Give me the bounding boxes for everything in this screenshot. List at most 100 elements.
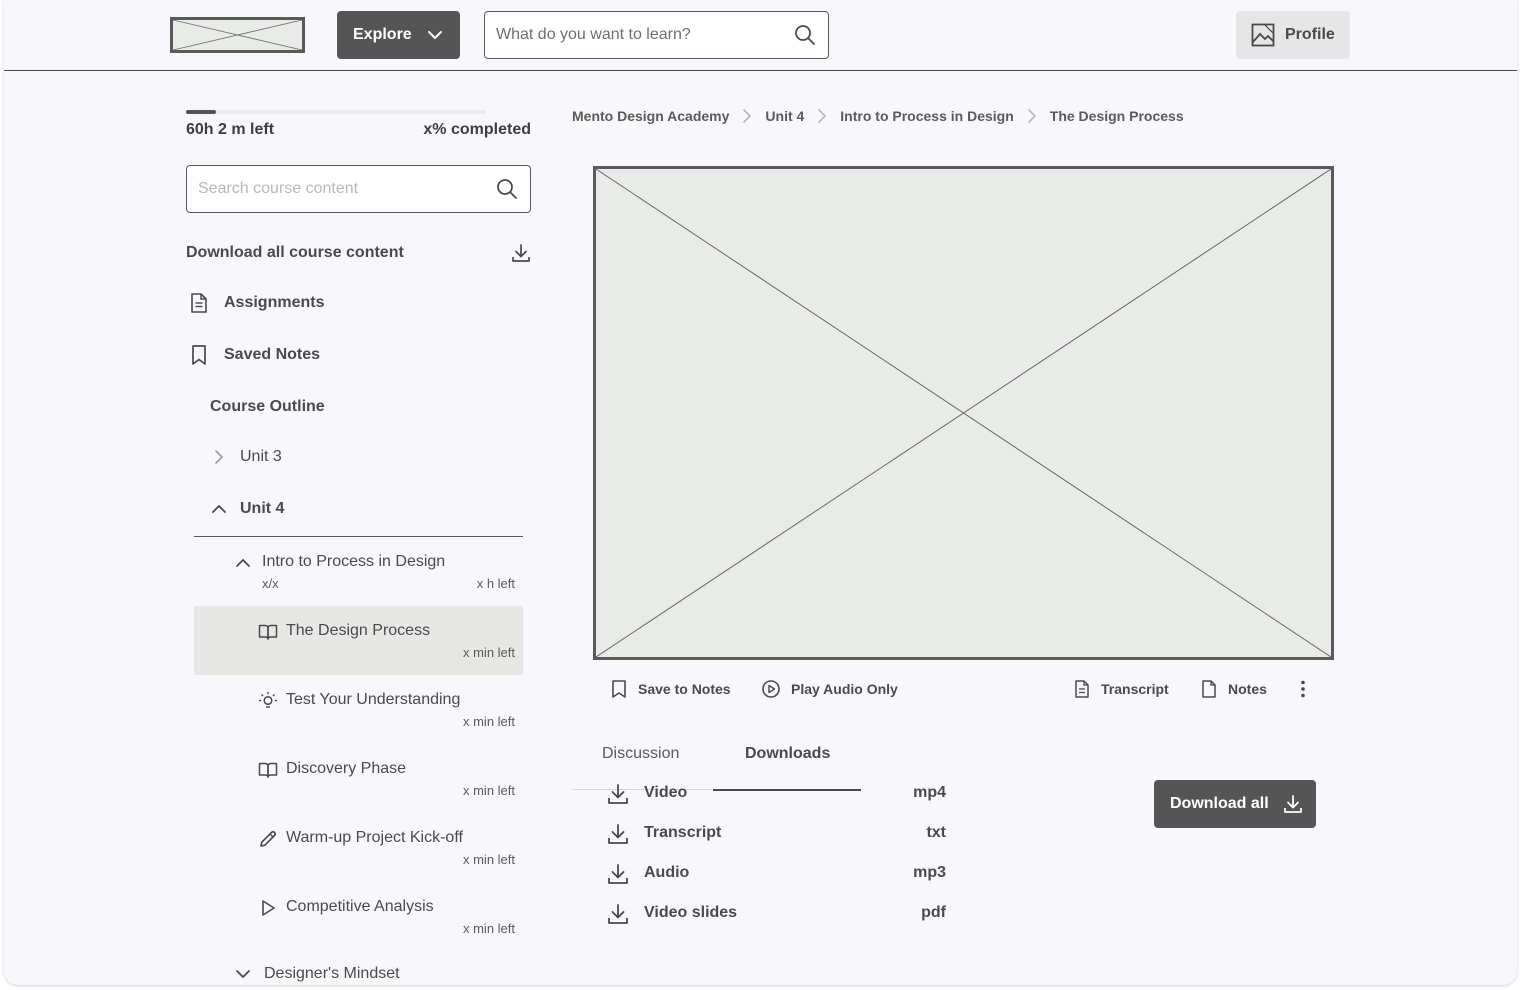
download-row-video-slides[interactable]: Video slides pdf: [606, 902, 946, 926]
course-content-search-input[interactable]: [198, 178, 488, 200]
more-vertical-icon: [1299, 679, 1307, 699]
video-player[interactable]: [593, 166, 1334, 660]
download-all-label: Download all: [1170, 795, 1269, 812]
unit-label: Unit 4: [240, 500, 285, 517]
section-title: Intro to Process in Design: [262, 553, 446, 570]
lesson-time-left: x min left: [462, 783, 515, 798]
download-icon[interactable]: [606, 902, 630, 926]
sidebar-item-saved-notes[interactable]: Saved Notes: [188, 344, 320, 366]
completion-percent-text: x% completed: [423, 121, 531, 138]
breadcrumb-item[interactable]: Mento Design Academy: [572, 108, 729, 124]
unit-4-row[interactable]: Unit 4: [210, 500, 284, 518]
lesson-title: Discovery Phase: [286, 760, 407, 777]
lesson-title: The Design Process: [286, 622, 431, 639]
download-row-audio[interactable]: Audio mp3: [606, 862, 946, 886]
search-icon[interactable]: [794, 24, 816, 46]
placeholder-cross-icon: [596, 169, 1331, 657]
top-header: Explore Profile: [4, 0, 1517, 71]
unit-label: Unit 3: [240, 448, 282, 465]
document-icon: [188, 292, 210, 314]
section-progress-count: x/x: [262, 576, 279, 591]
lesson-item-warm-up-project[interactable]: Warm-up Project Kick-off x min left: [194, 813, 523, 882]
lesson-item-the-design-process[interactable]: The Design Process x min left: [194, 606, 523, 675]
breadcrumb-item[interactable]: Unit 4: [765, 108, 804, 124]
chevron-up-icon: [234, 554, 252, 572]
explore-label: Explore: [353, 26, 412, 43]
lesson-time-left: x min left: [462, 852, 515, 867]
file-icon: [1200, 679, 1218, 699]
chevron-down-icon: [426, 26, 444, 44]
download-file-type: txt: [926, 824, 946, 841]
lesson-item-discovery-phase[interactable]: Discovery Phase x min left: [194, 744, 523, 813]
notes-button[interactable]: Notes: [1200, 679, 1267, 699]
unit-3-row[interactable]: Unit 3: [212, 448, 282, 466]
lesson-item-competitive-analysis[interactable]: Competitive Analysis x min left: [194, 882, 523, 951]
download-file-type: pdf: [921, 904, 946, 921]
chevron-right-icon: [742, 108, 752, 124]
lesson-time-left: x min left: [462, 645, 515, 660]
download-row-video[interactable]: Video mp4: [606, 782, 946, 806]
book-icon: [258, 622, 278, 642]
download-icon[interactable]: [606, 862, 630, 886]
profile-button[interactable]: Profile: [1236, 11, 1350, 59]
transcript-button[interactable]: Transcript: [1073, 679, 1169, 699]
course-progress-fill: [186, 110, 216, 114]
explore-button[interactable]: Explore: [337, 11, 460, 59]
lesson-title: Warm-up Project Kick-off: [286, 829, 463, 846]
search-icon[interactable]: [496, 178, 518, 200]
course-outline-heading: Course Outline: [210, 398, 325, 415]
placeholder-cross-icon: [173, 20, 302, 50]
more-options-button[interactable]: [1299, 679, 1307, 699]
section-intro-to-process[interactable]: Intro to Process in Design x/x x h left: [234, 551, 519, 593]
unit-divider: [194, 536, 523, 537]
section-designers-mindset[interactable]: Designer's Mindset: [234, 965, 400, 983]
chevron-down-icon: [234, 965, 252, 983]
sidebar-item-label: Saved Notes: [224, 346, 321, 363]
chevron-up-icon: [210, 500, 228, 518]
sidebar-item-label: Assignments: [224, 294, 325, 311]
breadcrumb: Mento Design Academy Unit 4 Intro to Pro…: [572, 108, 1184, 124]
download-icon[interactable]: [606, 782, 630, 806]
download-icon: [1283, 794, 1303, 814]
download-file-type: mp3: [913, 864, 946, 881]
play-icon: [258, 898, 278, 918]
logo-image-placeholder[interactable]: [170, 17, 305, 53]
download-all-course-content-row[interactable]: Download all course content: [186, 243, 531, 263]
notes-label: Notes: [1228, 681, 1267, 697]
download-icon[interactable]: [511, 243, 531, 263]
lesson-title: Competitive Analysis: [286, 898, 434, 915]
image-icon: [1251, 23, 1275, 47]
bookmark-icon: [188, 344, 210, 366]
download-row-transcript[interactable]: Transcript txt: [606, 822, 946, 846]
lesson-item-test-your-understanding[interactable]: Test Your Understanding x min left: [194, 675, 523, 744]
tab-downloads[interactable]: Downloads: [745, 745, 830, 763]
play-circle-icon: [761, 679, 781, 699]
time-left-text: 60h 2 m left: [186, 121, 275, 138]
download-name: Audio: [644, 864, 690, 881]
course-search-box: [484, 11, 829, 59]
play-audio-only-button[interactable]: Play Audio Only: [761, 679, 898, 699]
save-to-notes-button[interactable]: Save to Notes: [610, 679, 731, 699]
download-name: Video: [644, 784, 688, 801]
download-file-type: mp4: [913, 784, 946, 801]
course-content-search-box: [186, 165, 531, 213]
lesson-time-left: x min left: [462, 714, 515, 729]
sidebar-item-assignments[interactable]: Assignments: [188, 292, 324, 314]
bookmark-icon: [610, 679, 628, 699]
download-all-course-content-label: Download all course content: [186, 244, 404, 261]
pencil-icon: [258, 829, 278, 849]
download-icon[interactable]: [606, 822, 630, 846]
chevron-right-icon: [1027, 108, 1037, 124]
document-icon: [1073, 679, 1091, 699]
breadcrumb-item-current: The Design Process: [1049, 108, 1184, 124]
course-search-input[interactable]: [496, 24, 786, 46]
lightbulb-icon: [258, 691, 278, 711]
download-all-button[interactable]: Download all: [1154, 780, 1316, 828]
lesson-time-left: x min left: [462, 921, 515, 936]
lesson-title: Test Your Understanding: [286, 691, 461, 708]
download-name: Video slides: [644, 904, 738, 921]
tab-discussion[interactable]: Discussion: [602, 745, 679, 763]
breadcrumb-item[interactable]: Intro to Process in Design: [840, 108, 1013, 124]
course-progress-bar: [186, 110, 486, 114]
transcript-label: Transcript: [1101, 681, 1169, 697]
